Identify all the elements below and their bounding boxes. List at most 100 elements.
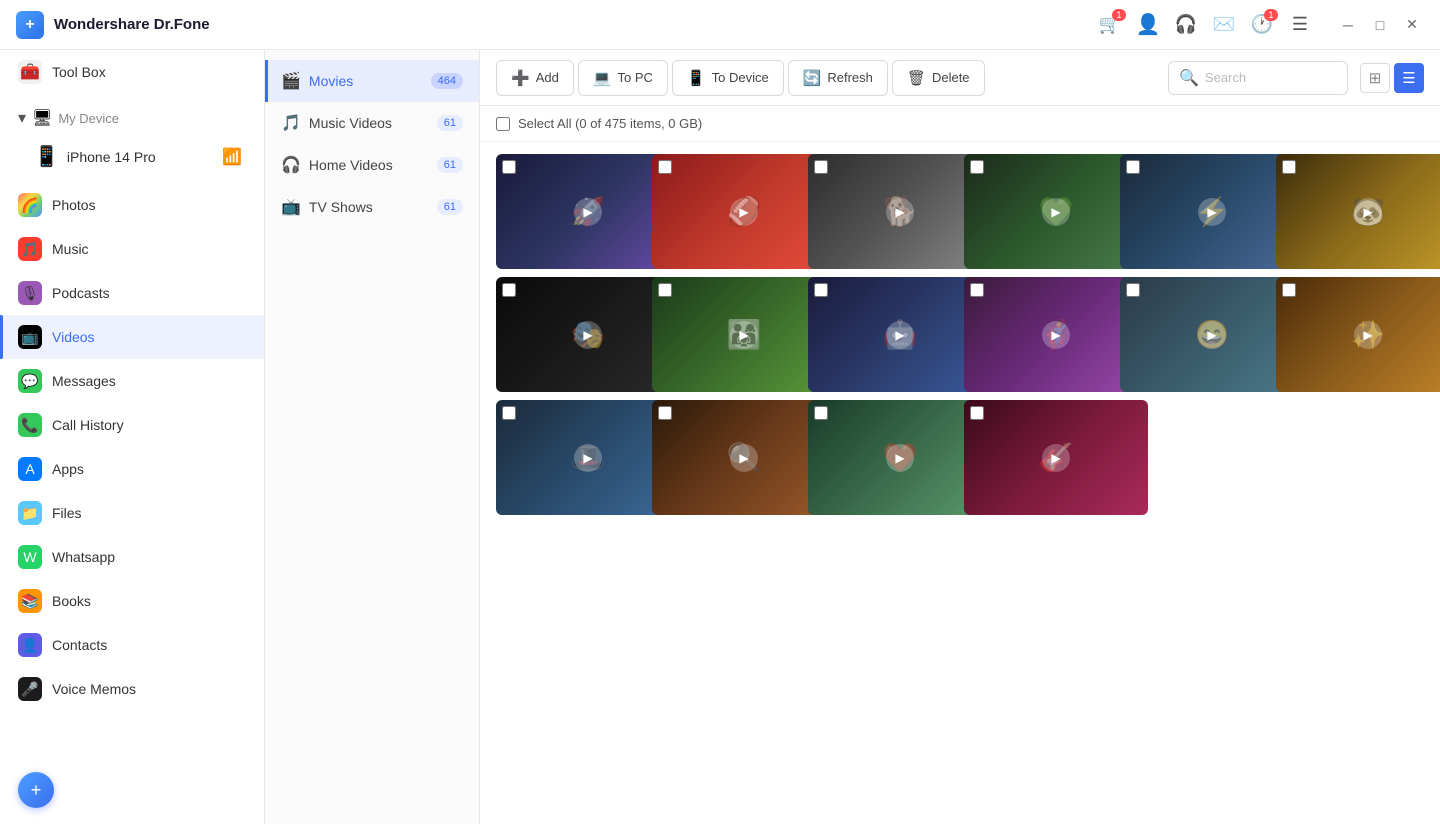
sidebar-item-contacts[interactable]: 👤 Contacts [0,623,264,667]
video-checkbox[interactable] [502,283,516,297]
device-row[interactable]: 📱 iPhone 14 Pro 📶 [14,136,246,177]
video-checkbox[interactable] [502,406,516,420]
video-checkbox[interactable] [970,160,984,174]
video-checkbox[interactable] [658,160,672,174]
subnav-tvshows[interactable]: 📺 TV Shows 61 [265,186,479,228]
device-section-icon: 🖥 [32,108,52,128]
subnav-musicvideos[interactable]: 🎵 Music Videos 61 [265,102,479,144]
video-checkbox[interactable] [658,406,672,420]
apps-label: Apps [52,461,84,477]
contacts-label: Contacts [52,637,107,653]
video-checkbox[interactable] [658,283,672,297]
clock-icon[interactable]: 🕐 1 [1250,13,1274,37]
video-thumbnail[interactable]: 🎸▶ [964,400,1148,515]
video-play-button[interactable]: ▶ [574,198,602,226]
headset-icon[interactable]: 🎧 [1174,13,1198,37]
video-play-button[interactable]: ▶ [574,321,602,349]
video-play-button[interactable]: ▶ [886,321,914,349]
whatsapp-icon: W [18,545,42,569]
photos-icon: 🌈 [18,193,42,217]
messages-icon: 💬 [18,369,42,393]
sidebar-item-messages[interactable]: 💬 Messages [0,359,264,403]
video-checkbox[interactable] [970,406,984,420]
sidebar-item-music[interactable]: 🎵 Music [0,227,264,271]
refresh-button[interactable]: 🔄 Refresh [788,60,888,96]
floating-plus-button[interactable]: + [18,772,54,808]
sidebar: 🧰 Tool Box ▾ 🖥 My Device 📱 iPhone 14 Pro… [0,50,265,824]
video-play-button[interactable]: ▶ [1042,321,1070,349]
video-thumbnail[interactable]: ✨▶ [1276,277,1440,392]
delete-button[interactable]: 🗑 Delete [892,60,985,96]
refresh-icon: 🔄 [803,69,822,87]
subnav-homevideos[interactable]: 🎧 Home Videos 61 [265,144,479,186]
delete-label: Delete [932,70,970,85]
sidebar-item-books[interactable]: 📚 Books [0,579,264,623]
grid-view-button[interactable]: ⊞ [1360,63,1390,93]
messages-label: Messages [52,373,116,389]
video-play-button[interactable]: ▶ [1354,198,1382,226]
user-icon[interactable]: 👤 [1136,13,1160,37]
topc-button[interactable]: 💻 To PC [578,60,668,96]
video-play-button[interactable]: ▶ [730,198,758,226]
sidebar-item-apps[interactable]: A Apps [0,447,264,491]
mail-icon[interactable]: ✉️ [1212,13,1236,37]
video-play-button[interactable]: ▶ [1042,198,1070,226]
sub-navigation: 🎬 Movies 464 🎵 Music Videos 61 🎧 Home Vi… [265,50,480,824]
video-play-button[interactable]: ▶ [574,444,602,472]
sidebar-item-podcasts[interactable]: 🎙 Podcasts [0,271,264,315]
subnav-movies[interactable]: 🎬 Movies 464 [265,60,479,102]
sidebar-item-toolbox[interactable]: 🧰 Tool Box [0,50,264,94]
video-checkbox[interactable] [814,160,828,174]
todevice-button[interactable]: 📱 To Device [672,60,784,96]
sidebar-item-callhistory[interactable]: 📞 Call History [0,403,264,447]
sidebar-item-voicememos[interactable]: 🎤 Voice Memos [0,667,264,711]
video-play-button[interactable]: ▶ [1198,321,1226,349]
video-play-button[interactable]: ▶ [1042,444,1070,472]
homevideos-icon: 🎧 [281,155,301,175]
video-thumbnail[interactable]: 🐼▶ [1276,154,1440,269]
subnav-homevideos-label: Home Videos [309,157,393,173]
video-checkbox[interactable] [1126,160,1140,174]
list-icon[interactable]: ☰ [1288,13,1312,37]
sidebar-item-files[interactable]: 📁 Files [0,491,264,535]
chevron-down-icon: ▾ [18,108,26,128]
todevice-icon: 📱 [687,69,706,87]
minimize-button[interactable]: ─ [1336,13,1360,37]
homevideos-count: 61 [437,157,463,173]
video-checkbox[interactable] [1282,283,1296,297]
topc-icon: 💻 [593,69,612,87]
add-button[interactable]: ➕ Add [496,60,574,96]
close-button[interactable]: ✕ [1400,13,1424,37]
search-icon: 🔍 [1179,68,1199,88]
video-checkbox[interactable] [1126,283,1140,297]
video-play-button[interactable]: ▶ [886,444,914,472]
video-checkbox[interactable] [970,283,984,297]
my-device-header[interactable]: ▾ 🖥 My Device [14,100,246,136]
sidebar-item-videos[interactable]: 📺 Videos [0,315,264,359]
books-label: Books [52,593,91,609]
video-checkbox[interactable] [814,406,828,420]
toolbox-label: Tool Box [52,64,106,80]
sidebar-item-photos[interactable]: 🌈 Photos [0,183,264,227]
files-label: Files [52,505,82,521]
video-checkbox[interactable] [1282,160,1296,174]
video-checkbox[interactable] [814,283,828,297]
video-play-button[interactable]: ▶ [1198,198,1226,226]
video-play-button[interactable]: ▶ [1354,321,1382,349]
books-icon: 📚 [18,589,42,613]
select-all-label[interactable]: Select All (0 of 475 items, 0 GB) [518,116,702,131]
maximize-button[interactable]: □ [1368,13,1392,37]
video-play-button[interactable]: ▶ [730,321,758,349]
app-logo: + [16,11,44,39]
sidebar-item-whatsapp[interactable]: W Whatsapp [0,535,264,579]
search-input[interactable] [1205,70,1337,85]
tvshows-icon: 📺 [281,197,301,217]
callhistory-label: Call History [52,417,124,433]
main-layout: 🧰 Tool Box ▾ 🖥 My Device 📱 iPhone 14 Pro… [0,50,1440,824]
list-view-button[interactable]: ☰ [1394,63,1424,93]
video-checkbox[interactable] [502,160,516,174]
video-play-button[interactable]: ▶ [730,444,758,472]
video-play-button[interactable]: ▶ [886,198,914,226]
select-all-checkbox[interactable] [496,117,510,131]
cart-icon[interactable]: 🛒 1 [1098,13,1122,37]
